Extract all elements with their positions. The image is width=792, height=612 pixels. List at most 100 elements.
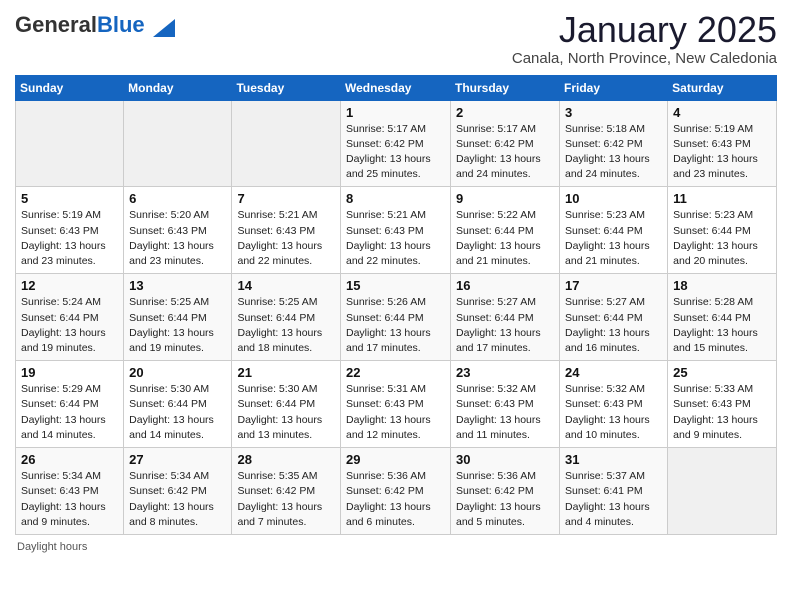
calendar-header-row: SundayMondayTuesdayWednesdayThursdayFrid… (16, 75, 777, 100)
day-number: 27 (129, 452, 226, 467)
table-row: 23 Sunrise: 5:32 AMSunset: 6:43 PMDayligh… (451, 361, 560, 448)
table-row: 29 Sunrise: 5:36 AMSunset: 6:42 PMDayligh… (341, 448, 451, 535)
table-row: 13Sunrise: 5:25 AMSunset: 6:44 PMDayligh… (124, 274, 232, 361)
day-number: 4 (673, 105, 771, 120)
day-info: Sunrise: 5:36 AMSunset: 6:42 PMDaylight:… (456, 469, 554, 530)
day-info: Sunrise: 5:27 AMSunset: 6:44 PMDaylight:… (565, 295, 662, 356)
table-row: 2 Sunrise: 5:17 AMSunset: 6:42 PMDaylight… (451, 100, 560, 187)
day-number: 25 (673, 365, 771, 380)
page: GeneralBlue January 2025 Canala, North P… (0, 0, 792, 612)
day-info: Sunrise: 5:30 AMSunset: 6:44 PMDaylight:… (237, 382, 335, 443)
day-info: Sunrise: 5:33 AMSunset: 6:43 PMDaylight:… (673, 382, 771, 443)
day-info: Sunrise: 5:23 AMSunset: 6:44 PMDaylight:… (673, 208, 771, 269)
table-row: 11Sunrise: 5:23 AMSunset: 6:44 PMDayligh… (668, 187, 777, 274)
table-row: 28 Sunrise: 5:35 AMSunset: 6:42 PMDayligh… (232, 448, 341, 535)
day-number: 5 (21, 191, 118, 206)
day-number: 19 (21, 365, 118, 380)
day-info: Sunrise: 5:26 AMSunset: 6:44 PMDaylight:… (346, 295, 445, 356)
subtitle: Canala, North Province, New Caledonia (512, 50, 777, 67)
calendar-week-1: 1 Sunrise: 5:17 AMSunset: 6:42 PMDaylight… (16, 100, 777, 187)
day-number: 17 (565, 278, 662, 293)
day-number: 28 (237, 452, 335, 467)
day-number: 6 (129, 191, 226, 206)
table-row: 27Sunrise: 5:34 AMSunset: 6:42 PMDayligh… (124, 448, 232, 535)
day-info: Sunrise: 5:19 AMSunset: 6:43 PMDaylight:… (21, 208, 118, 269)
table-row (16, 100, 124, 187)
day-info: Sunrise: 5:19 AMSunset: 6:43 PMDaylight:… (673, 122, 771, 183)
day-number: 29 (346, 452, 445, 467)
table-row: 9 Sunrise: 5:22 AMSunset: 6:44 PMDaylight… (451, 187, 560, 274)
day-number: 1 (346, 105, 445, 120)
day-number: 23 (456, 365, 554, 380)
day-info: Sunrise: 5:37 AMSunset: 6:41 PMDaylight:… (565, 469, 662, 530)
day-number: 30 (456, 452, 554, 467)
day-number: 24 (565, 365, 662, 380)
table-row: 18Sunrise: 5:28 AMSunset: 6:44 PMDayligh… (668, 274, 777, 361)
table-row (124, 100, 232, 187)
table-row: 22 Sunrise: 5:31 AMSunset: 6:43 PMDayligh… (341, 361, 451, 448)
day-info: Sunrise: 5:18 AMSunset: 6:42 PMDaylight:… (565, 122, 662, 183)
table-row: 26 Sunrise: 5:34 AMSunset: 6:43 PMDayligh… (16, 448, 124, 535)
day-number: 2 (456, 105, 554, 120)
table-row: 21 Sunrise: 5:30 AMSunset: 6:44 PMDayligh… (232, 361, 341, 448)
day-number: 21 (237, 365, 335, 380)
day-info: Sunrise: 5:32 AMSunset: 6:43 PMDaylight:… (456, 382, 554, 443)
calendar-header-wednesday: Wednesday (341, 75, 451, 100)
table-row: 10 Sunrise: 5:23 AMSunset: 6:44 PMDayligh… (560, 187, 668, 274)
logo-blue-text: Blue (97, 12, 145, 37)
day-number: 22 (346, 365, 445, 380)
calendar-header-sunday: Sunday (16, 75, 124, 100)
day-info: Sunrise: 5:32 AMSunset: 6:43 PMDaylight:… (565, 382, 662, 443)
logo: GeneralBlue (15, 14, 175, 37)
calendar-week-3: 12Sunrise: 5:24 AMSunset: 6:44 PMDayligh… (16, 274, 777, 361)
calendar-week-5: 26 Sunrise: 5:34 AMSunset: 6:43 PMDayligh… (16, 448, 777, 535)
main-title: January 2025 (512, 10, 777, 50)
table-row: 24 Sunrise: 5:32 AMSunset: 6:43 PMDayligh… (560, 361, 668, 448)
table-row: 12Sunrise: 5:24 AMSunset: 6:44 PMDayligh… (16, 274, 124, 361)
calendar-header-tuesday: Tuesday (232, 75, 341, 100)
day-number: 8 (346, 191, 445, 206)
table-row (668, 448, 777, 535)
title-block: January 2025 Canala, North Province, New… (512, 10, 777, 67)
table-row: 1 Sunrise: 5:17 AMSunset: 6:42 PMDaylight… (341, 100, 451, 187)
day-number: 10 (565, 191, 662, 206)
calendar-header-saturday: Saturday (668, 75, 777, 100)
table-row: 14 Sunrise: 5:25 AMSunset: 6:44 PMDayligh… (232, 274, 341, 361)
day-info: Sunrise: 5:20 AMSunset: 6:43 PMDaylight:… (129, 208, 226, 269)
logo-general-text: General (15, 12, 97, 37)
header: GeneralBlue January 2025 Canala, North P… (15, 10, 777, 67)
day-info: Sunrise: 5:31 AMSunset: 6:43 PMDaylight:… (346, 382, 445, 443)
calendar-header-monday: Monday (124, 75, 232, 100)
day-info: Sunrise: 5:23 AMSunset: 6:44 PMDaylight:… (565, 208, 662, 269)
day-number: 13 (129, 278, 226, 293)
table-row: 7Sunrise: 5:21 AMSunset: 6:43 PMDaylight… (232, 187, 341, 274)
day-info: Sunrise: 5:17 AMSunset: 6:42 PMDaylight:… (456, 122, 554, 183)
calendar-week-2: 5 Sunrise: 5:19 AMSunset: 6:43 PMDaylight… (16, 187, 777, 274)
table-row: 19Sunrise: 5:29 AMSunset: 6:44 PMDayligh… (16, 361, 124, 448)
calendar-header-friday: Friday (560, 75, 668, 100)
day-info: Sunrise: 5:25 AMSunset: 6:44 PMDaylight:… (237, 295, 335, 356)
day-number: 3 (565, 105, 662, 120)
table-row: 6 Sunrise: 5:20 AMSunset: 6:43 PMDaylight… (124, 187, 232, 274)
day-number: 18 (673, 278, 771, 293)
day-info: Sunrise: 5:21 AMSunset: 6:43 PMDaylight:… (346, 208, 445, 269)
day-info: Sunrise: 5:22 AMSunset: 6:44 PMDaylight:… (456, 208, 554, 269)
day-number: 14 (237, 278, 335, 293)
calendar-week-4: 19Sunrise: 5:29 AMSunset: 6:44 PMDayligh… (16, 361, 777, 448)
day-number: 26 (21, 452, 118, 467)
day-info: Sunrise: 5:36 AMSunset: 6:42 PMDaylight:… (346, 469, 445, 530)
table-row: 5 Sunrise: 5:19 AMSunset: 6:43 PMDaylight… (16, 187, 124, 274)
day-info: Sunrise: 5:17 AMSunset: 6:42 PMDaylight:… (346, 122, 445, 183)
day-number: 7 (237, 191, 335, 206)
day-info: Sunrise: 5:35 AMSunset: 6:42 PMDaylight:… (237, 469, 335, 530)
table-row: 31Sunrise: 5:37 AMSunset: 6:41 PMDayligh… (560, 448, 668, 535)
calendar: SundayMondayTuesdayWednesdayThursdayFrid… (15, 75, 777, 535)
day-number: 16 (456, 278, 554, 293)
table-row: 8 Sunrise: 5:21 AMSunset: 6:43 PMDaylight… (341, 187, 451, 274)
day-info: Sunrise: 5:34 AMSunset: 6:43 PMDaylight:… (21, 469, 118, 530)
calendar-header-thursday: Thursday (451, 75, 560, 100)
table-row (232, 100, 341, 187)
table-row: 4 Sunrise: 5:19 AMSunset: 6:43 PMDaylight… (668, 100, 777, 187)
day-number: 9 (456, 191, 554, 206)
table-row: 20Sunrise: 5:30 AMSunset: 6:44 PMDayligh… (124, 361, 232, 448)
